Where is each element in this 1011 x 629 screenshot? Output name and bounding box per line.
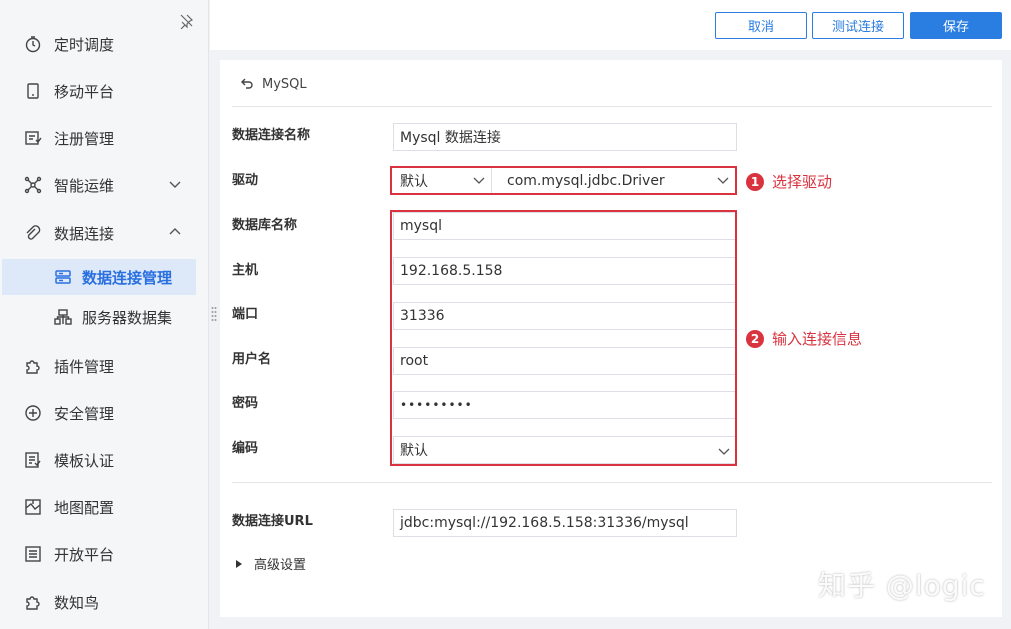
sidebar-item-open-platform[interactable]: 开放平台 — [0, 532, 209, 576]
driver-label: 驱动 — [232, 173, 259, 188]
sidebar-item-mobile[interactable]: 移动平台 — [0, 69, 209, 113]
list-icon — [24, 545, 42, 563]
sidebar-item-data-connection[interactable]: 数据连接 — [0, 211, 209, 255]
db-type-label: MySQL — [262, 76, 307, 92]
shield-icon — [24, 404, 42, 422]
sidebar-item-label: 服务器数据集 — [82, 308, 173, 327]
chevron-down-icon — [473, 174, 485, 186]
chevron-down-icon — [168, 177, 182, 191]
annotation-text: 输入连接信息 — [772, 330, 863, 348]
password-label: 密码 — [232, 396, 259, 411]
sidebar-item-server-dataset[interactable]: 服务器数据集 — [2, 299, 196, 335]
username-label: 用户名 — [232, 352, 272, 367]
map-icon — [24, 498, 42, 516]
driver-class-select[interactable]: com.mysql.jdbc.Driver — [493, 168, 735, 193]
test-connection-button[interactable]: 测试连接 — [812, 12, 904, 39]
top-toolbar: 取消 测试连接 保存 — [210, 0, 1011, 50]
encoding-label: 编码 — [232, 441, 259, 456]
puzzle-icon — [24, 357, 42, 375]
chevron-down-icon — [717, 174, 729, 186]
url-label: 数据连接URL — [232, 514, 313, 529]
db-name-label: 数据库名称 — [232, 218, 298, 233]
divider — [232, 106, 992, 107]
sidebar-item-label: 模板认证 — [54, 451, 115, 470]
sidebar: 定时调度 移动平台 注册管理 智能运维 数据连接 数据连接管理 服务器数据集 插… — [0, 0, 209, 629]
connection-form-panel: MySQL 数据连接名称 Mysql 数据连接 驱动 默认 com.mysql.… — [220, 60, 1002, 617]
sidebar-item-label: 开放平台 — [54, 545, 115, 564]
sidebar-item-label: 数据连接 — [54, 224, 115, 243]
advanced-settings-label: 高级设置 — [254, 558, 307, 573]
driver-highlight: 默认 com.mysql.jdbc.Driver — [390, 166, 737, 195]
annotation-number: 2 — [746, 329, 764, 348]
sidebar-item-label: 地图配置 — [54, 498, 115, 517]
annotation-number: 1 — [746, 172, 764, 191]
sidebar-item-ops[interactable]: 智能运维 — [0, 163, 209, 207]
caret-right-icon — [236, 559, 242, 568]
sidebar-item-register[interactable]: 注册管理 — [0, 116, 209, 160]
host-label: 主机 — [232, 263, 259, 278]
port-label: 端口 — [232, 307, 259, 322]
sidebar-item-map[interactable]: 地图配置 — [0, 485, 209, 529]
driver-mode-select[interactable]: 默认 — [392, 168, 492, 193]
cancel-button[interactable]: 取消 — [715, 12, 807, 39]
template-icon — [24, 451, 42, 469]
driver-mode-value: 默认 — [400, 173, 428, 190]
link-icon — [24, 224, 42, 242]
network-icon — [24, 176, 42, 194]
sidebar-item-schedule[interactable]: 定时调度 — [0, 22, 209, 66]
annotation-select-driver: 1 选择驱动 — [746, 171, 832, 192]
sidebar-item-template[interactable]: 模板认证 — [0, 438, 209, 482]
bird-icon — [24, 593, 42, 611]
server-dataset-icon — [54, 308, 72, 326]
advanced-settings-toggle[interactable]: 高级设置 — [236, 554, 306, 573]
chevron-up-icon — [168, 225, 182, 239]
sidebar-item-label: 注册管理 — [54, 129, 115, 148]
clock-icon — [24, 35, 42, 53]
connection-url-field[interactable]: jdbc:mysql://192.168.5.158:31336/mysql — [393, 509, 737, 537]
back-arrow-icon — [240, 77, 254, 91]
watermark: 知乎 @logic — [818, 569, 986, 602]
annotation-enter-info: 2 输入连接信息 — [746, 328, 862, 349]
connection-name-field[interactable]: Mysql 数据连接 — [393, 123, 737, 151]
register-icon — [24, 129, 42, 147]
save-button[interactable]: 保存 — [910, 12, 1002, 39]
sidebar-item-data-connection-manage[interactable]: 数据连接管理 — [2, 259, 196, 295]
sidebar-item-label: 数据连接管理 — [82, 268, 173, 287]
sidebar-item-plugin[interactable]: 插件管理 — [0, 344, 209, 388]
sidebar-item-label: 智能运维 — [54, 176, 115, 195]
sidebar-item-security[interactable]: 安全管理 — [0, 391, 209, 435]
annotation-text: 选择驱动 — [772, 173, 833, 191]
sidebar-item-bird[interactable]: 数知鸟 — [0, 580, 209, 624]
sidebar-item-label: 安全管理 — [54, 404, 115, 423]
sidebar-item-label: 数知鸟 — [54, 593, 100, 612]
driver-class-value: com.mysql.jdbc.Driver — [507, 172, 665, 189]
connection-info-highlight — [390, 210, 737, 466]
data-connection-icon — [54, 268, 72, 286]
sidebar-resize-handle[interactable] — [211, 306, 217, 322]
back-link[interactable]: MySQL — [240, 74, 307, 94]
sidebar-item-label: 移动平台 — [54, 82, 115, 101]
sidebar-item-label: 定时调度 — [54, 35, 115, 54]
mobile-icon — [24, 82, 42, 100]
divider — [232, 482, 992, 483]
name-label: 数据连接名称 — [232, 128, 311, 143]
sidebar-item-label: 插件管理 — [54, 357, 115, 376]
